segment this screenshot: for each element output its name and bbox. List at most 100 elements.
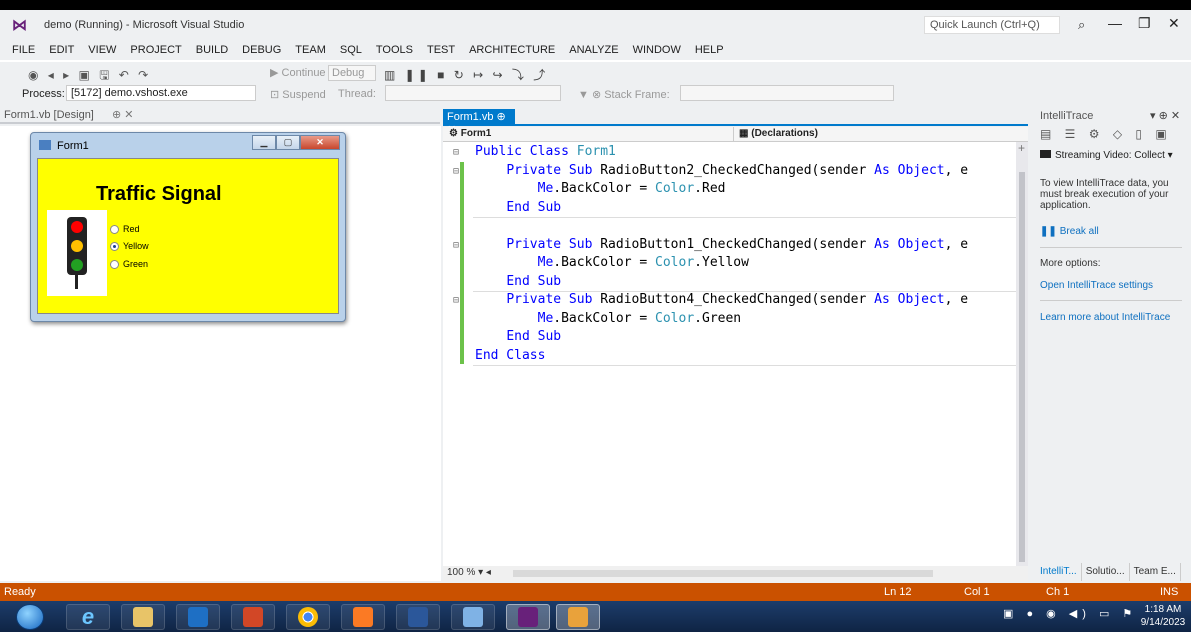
powerpoint-icon[interactable] — [231, 604, 275, 630]
stack-frame-select[interactable] — [680, 85, 894, 101]
red-light — [71, 221, 83, 233]
menu-bar: FILE EDIT VIEW PROJECT BUILD DEBUG TEAM SQL TOOL… — [0, 44, 1191, 60]
pause-icon: ❚❚ — [1040, 226, 1057, 237]
menu-item-build[interactable]: BUILD — [196, 44, 228, 60]
menu-item-architecture[interactable]: ARCHITECTURE — [469, 44, 555, 60]
form-maximize-icon[interactable]: ▢ — [276, 135, 300, 150]
streaming-video-dropdown[interactable]: Streaming Video: Collect ▾ — [1040, 150, 1173, 161]
code-editor[interactable]: Public Class Form1 Private Sub RadioButt… — [443, 142, 1016, 566]
clock-time: 1:18 AM — [1144, 604, 1182, 615]
file-explorer-icon[interactable] — [121, 604, 165, 630]
radio-green[interactable]: Green — [110, 259, 148, 269]
tab-form1-design[interactable]: Form1.vb [Design] ⊕ ✕ — [0, 108, 440, 124]
menu-item-edit[interactable]: EDIT — [49, 44, 74, 60]
menu-item-test[interactable]: TEST — [427, 44, 455, 60]
code-line[interactable]: End Sub — [475, 200, 561, 215]
menu-item-sql[interactable]: SQL — [340, 44, 362, 60]
open-settings-link[interactable]: Open IntelliTrace settings — [1040, 280, 1153, 291]
radio-red[interactable]: Red — [110, 224, 140, 234]
member-dropdown[interactable]: ▦ (Declarations) — [739, 128, 818, 139]
thread-select[interactable] — [385, 85, 561, 101]
form-close-icon[interactable]: ✕ — [300, 135, 340, 150]
code-line[interactable]: Private Sub RadioButton4_CheckedChanged(… — [475, 292, 968, 307]
form-minimize-icon[interactable]: ▁ — [252, 135, 276, 150]
minimize-icon[interactable]: — — [1108, 15, 1122, 31]
process-select[interactable]: [5172] demo.vshost.exe — [66, 85, 256, 101]
internet-explorer-icon[interactable]: e — [66, 604, 110, 630]
break-all-link[interactable]: ❚❚ Break all — [1040, 226, 1099, 237]
debug-toolbar-icons[interactable]: ▥ ❚❚ ■ ↻ ↦ ↪ ⤵ ⤴ — [384, 66, 548, 83]
code-line[interactable]: Private Sub RadioButton1_CheckedChanged(… — [475, 237, 968, 252]
running-form-taskbar-icon[interactable] — [556, 604, 600, 630]
code-line[interactable]: Me.BackColor = Color.Red — [475, 181, 726, 196]
notepad-icon[interactable] — [451, 604, 495, 630]
menu-item-team[interactable]: TEAM — [295, 44, 326, 60]
menu-item-file[interactable]: FILE — [12, 44, 35, 60]
menu-item-view[interactable]: VIEW — [88, 44, 116, 60]
editor-bottom-bar: 100 % ▾ ◂ — [443, 566, 1028, 581]
start-button[interactable] — [16, 604, 44, 630]
suspend-button[interactable]: ⊡ Suspend — [270, 88, 326, 101]
learn-more-link[interactable]: Learn more about IntelliTrace — [1040, 312, 1170, 323]
top-border — [0, 0, 1191, 10]
navigation-bar: ⚙ Form1 ▦ (Declarations) — [443, 127, 1028, 142]
radio-circle[interactable] — [110, 241, 119, 251]
code-line[interactable]: End Sub — [475, 274, 561, 289]
close-icon[interactable]: ✕ — [1168, 15, 1180, 32]
form-designer-window[interactable]: Form1 ▁ ▢ ✕ Traffic Signal Red Yellow Gr… — [30, 132, 346, 322]
outline-collapse-icon[interactable]: ⊟ — [453, 166, 459, 177]
code-line[interactable]: End Sub — [475, 329, 561, 344]
outline-collapse-icon[interactable]: ⊟ — [453, 295, 459, 306]
search-icon[interactable]: ⌕ — [1078, 17, 1085, 33]
pane-controls[interactable]: ▾ ⊕ ✕ — [1150, 109, 1180, 122]
tab-solution-explorer[interactable]: Solutio... — [1082, 563, 1130, 581]
radio-yellow[interactable]: Yellow — [110, 241, 149, 251]
menu-item-debug[interactable]: DEBUG — [242, 44, 281, 60]
vertical-scrollbar[interactable] — [1016, 142, 1028, 566]
scroll-thumb[interactable] — [1019, 172, 1025, 562]
radio-circle[interactable] — [110, 259, 119, 269]
pin-icon[interactable]: ⊕ — [497, 111, 506, 123]
word-icon[interactable] — [396, 604, 440, 630]
solution-config-select[interactable]: Debug — [328, 65, 376, 81]
continue-button[interactable]: ▶ Continue — [270, 66, 326, 79]
window-title: demo (Running) - Microsoft Visual Studio — [44, 19, 245, 31]
intellitrace-toolbar[interactable]: ▤ ☰ ⚙ ◇ ▯ ▣ — [1040, 127, 1172, 141]
class-dropdown[interactable]: ⚙ Form1 — [449, 128, 491, 139]
code-line[interactable]: Me.BackColor = Color.Green — [475, 311, 742, 326]
code-line[interactable]: Private Sub RadioButton2_CheckedChanged(… — [475, 163, 968, 178]
restore-icon[interactable]: ❐ — [1138, 15, 1151, 32]
xampp-icon[interactable] — [341, 604, 385, 630]
tab-form1-vb[interactable]: Form1.vb ⊕ ✕ — [443, 109, 515, 136]
code-line[interactable]: End Class — [475, 348, 545, 363]
divider — [1040, 300, 1182, 301]
menu-item-analyze[interactable]: ANALYZE — [569, 44, 618, 60]
close-icon[interactable]: ⊕ ✕ — [112, 108, 134, 121]
visual-studio-logo-icon: ⋈ — [12, 17, 27, 34]
horizontal-scrollbar[interactable] — [513, 570, 933, 577]
intellitrace-title: IntelliTrace — [1040, 110, 1094, 122]
zoom-level[interactable]: 100 % ▾ ◂ — [447, 567, 491, 578]
tab-team-explorer[interactable]: Team E... — [1130, 563, 1181, 581]
code-line[interactable]: Me.BackColor = Color.Yellow — [475, 255, 749, 270]
menu-item-help[interactable]: HELP — [695, 44, 724, 60]
outlook-icon[interactable] — [176, 604, 220, 630]
menu-item-project[interactable]: PROJECT — [130, 44, 181, 60]
menu-item-window[interactable]: WINDOW — [633, 44, 681, 60]
split-icon[interactable]: + — [1018, 141, 1025, 155]
intellitrace-info: To view IntelliTrace data, you must brea… — [1040, 178, 1169, 211]
tab-intellitrace[interactable]: IntelliT... — [1036, 563, 1082, 581]
code-line[interactable]: Public Class Form1 — [475, 144, 616, 159]
outline-collapse-icon[interactable]: ⊟ — [453, 240, 459, 251]
traffic-light-housing — [67, 217, 87, 275]
system-tray-icons[interactable]: ▣ ● ◉ ◀) ▭ ⚑ — [1003, 607, 1137, 620]
divider — [1040, 247, 1182, 248]
menu-item-tools[interactable]: TOOLS — [376, 44, 413, 60]
line-indicator: Ln 12 — [884, 586, 912, 598]
radio-circle[interactable] — [110, 224, 119, 234]
visual-studio-taskbar-icon[interactable] — [506, 604, 550, 630]
clock[interactable]: 1:18 AM 9/14/2023 — [1140, 603, 1186, 629]
quick-launch-input[interactable]: Quick Launch (Ctrl+Q) — [924, 16, 1060, 34]
outline-collapse-icon[interactable]: ⊟ — [453, 147, 459, 158]
chrome-icon[interactable] — [286, 604, 330, 630]
